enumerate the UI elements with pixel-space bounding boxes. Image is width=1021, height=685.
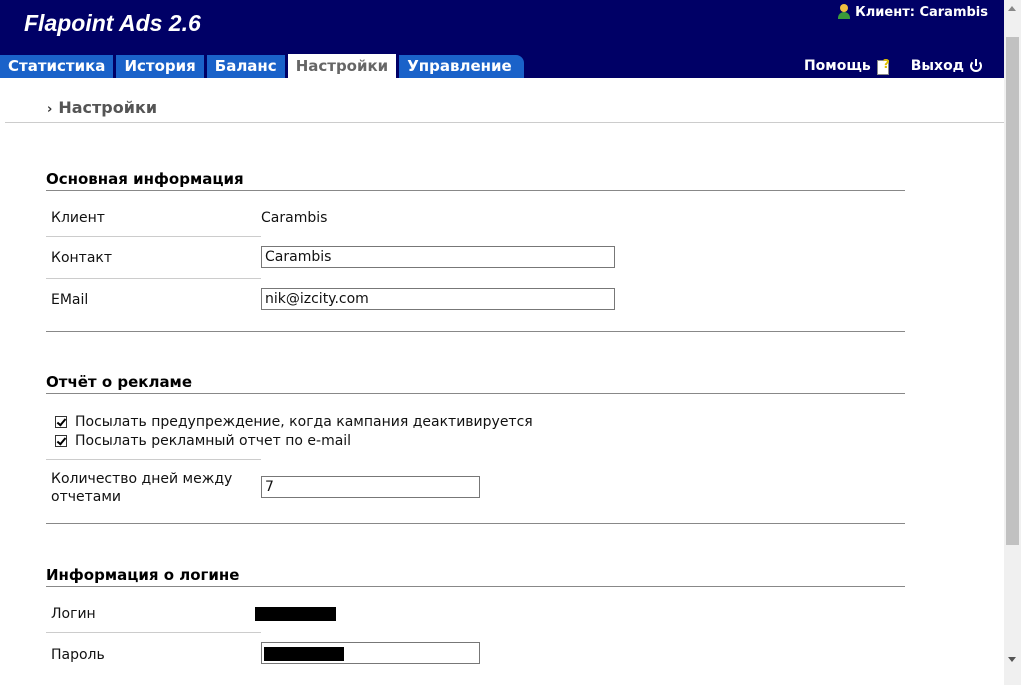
days-label-line2: отчетами [51, 489, 121, 505]
report-checkbox-row[interactable]: Посылать рекламный отчет по e-mail [55, 433, 351, 449]
report-checkbox-label: Посылать рекламный отчет по e-mail [75, 433, 352, 449]
breadcrumb: › Настройки [47, 98, 157, 117]
client-info: Клиент: Carambis [837, 4, 988, 20]
scrollbar-thumb[interactable] [1006, 37, 1019, 545]
section-title-basic: Основная информация [46, 170, 244, 188]
breadcrumb-label: Настройки [58, 98, 158, 117]
section-divider [46, 586, 905, 587]
logout-label: Выход [910, 58, 964, 74]
password-field-label: Пароль [51, 647, 105, 663]
login-redacted-value [255, 607, 336, 621]
section-divider [46, 523, 905, 524]
vertical-scrollbar[interactable] [1004, 0, 1021, 685]
chevron-right-icon: › [47, 102, 53, 117]
client-value: Carambis [261, 210, 328, 226]
report-checkbox[interactable] [55, 435, 67, 447]
help-icon: ? [876, 57, 891, 75]
warn-checkbox[interactable] [55, 416, 67, 428]
user-icon [837, 4, 851, 20]
logout-link[interactable]: Выход [911, 58, 982, 74]
client-field-label: Клиент [51, 210, 105, 226]
warn-checkbox-label: Посылать предупреждение, когда кампания … [75, 414, 533, 430]
tab-balance[interactable]: Баланс [206, 55, 285, 78]
client-label: Клиент: Carambis [855, 4, 988, 20]
breadcrumb-divider [5, 122, 1004, 123]
password-redacted-value [264, 647, 344, 661]
contact-field-label: Контакт [51, 250, 113, 266]
app-title: Flapoint Ads 2.6 [24, 10, 201, 36]
days-label-line1: Количество дней между [51, 471, 233, 487]
section-title-login: Информация о логине [46, 566, 240, 584]
warn-checkbox-row[interactable]: Посылать предупреждение, когда кампания … [55, 414, 533, 430]
main-tabs: Статистика История Баланс Настройки Упра… [0, 54, 527, 78]
app-header: Flapoint Ads 2.6 Клиент: Carambis Статис… [0, 0, 1004, 78]
row-divider [46, 236, 261, 237]
row-divider [46, 278, 261, 279]
row-divider [46, 632, 261, 633]
days-input[interactable]: 7 [261, 476, 480, 498]
help-label: Помощь [803, 58, 871, 74]
section-divider [46, 393, 905, 394]
password-input[interactable] [261, 642, 480, 664]
login-field-label: Логин [51, 606, 96, 622]
scroll-down-icon[interactable] [1004, 651, 1021, 668]
help-link[interactable]: Помощь ? [803, 57, 891, 75]
email-field-label: EMail [51, 292, 89, 308]
days-field-label: Количество дней между отчетами [51, 470, 232, 506]
header-links: Помощь ? Выход [803, 57, 982, 75]
tab-history[interactable]: История [116, 55, 204, 78]
power-icon [970, 59, 982, 72]
tab-statistics[interactable]: Статистика [0, 55, 114, 78]
section-divider [46, 190, 905, 191]
tab-settings[interactable]: Настройки [287, 54, 397, 78]
section-divider [46, 331, 905, 332]
email-input[interactable]: nik@izcity.com [261, 288, 615, 310]
contact-input[interactable]: Carambis [261, 246, 615, 268]
page: Flapoint Ads 2.6 Клиент: Carambis Статис… [0, 0, 1004, 685]
tab-management[interactable]: Управление [399, 55, 524, 78]
scroll-up-icon[interactable] [1004, 0, 1021, 17]
section-title-report: Отчёт о рекламе [46, 373, 192, 391]
row-divider [46, 459, 261, 460]
